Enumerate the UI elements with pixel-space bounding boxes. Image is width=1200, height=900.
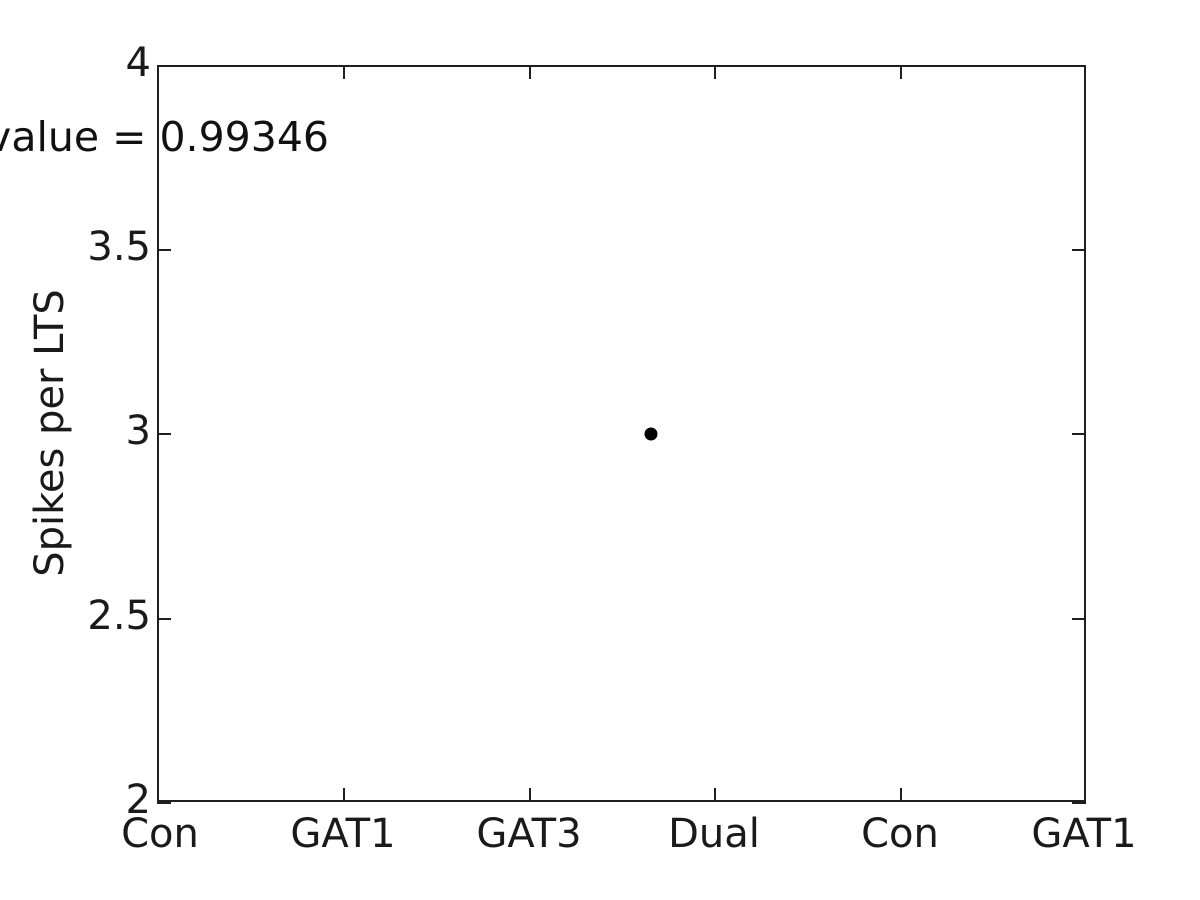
ytick-mark-3-right [1072, 433, 1086, 435]
xtick-mark-3 [529, 788, 531, 802]
xtick-mark-4 [714, 788, 716, 802]
xtick-mark-2 [343, 788, 345, 802]
xtick-label-con-2: Con [861, 811, 939, 857]
ytick-mark-2-right [1072, 802, 1086, 804]
ytick-mark-3 [157, 433, 171, 435]
data-point [644, 427, 658, 440]
xtick-label-gat1-2: GAT1 [1031, 811, 1137, 857]
y-axis-label: Spikes per LTS [27, 289, 73, 577]
ytick-mark-4-right [1072, 65, 1086, 67]
xtick-label-dual: Dual [668, 811, 760, 857]
xtick-mark-4-top [714, 65, 716, 79]
xtick-mark-2-top [343, 65, 345, 79]
ytick-mark-4 [157, 65, 171, 67]
xtick-label-con-1: Con [121, 811, 199, 857]
ytick-mark-2.5-right [1072, 618, 1086, 620]
xtick-mark-3-top [529, 65, 531, 79]
ytick-label-3: 3 [125, 408, 151, 454]
ytick-label-2.5: 2.5 [87, 593, 151, 639]
p-value-annotation: p value = 0.99346 [0, 113, 330, 161]
figure-canvas: p value = 0.99346 4 3.5 3 2.5 2 Spikes p… [0, 0, 1200, 900]
plot-area [157, 65, 1086, 802]
xtick-mark-5-top [900, 65, 902, 79]
ytick-mark-3.5 [157, 249, 171, 251]
ytick-mark-2.5 [157, 618, 171, 620]
xtick-label-gat3: GAT3 [476, 811, 582, 857]
xtick-mark-5 [900, 788, 902, 802]
xtick-label-gat1-1: GAT1 [290, 811, 396, 857]
ytick-label-3.5: 3.5 [87, 224, 151, 270]
ytick-mark-3.5-right [1072, 249, 1086, 251]
ytick-label-4: 4 [125, 40, 151, 86]
ytick-mark-2 [157, 802, 171, 804]
